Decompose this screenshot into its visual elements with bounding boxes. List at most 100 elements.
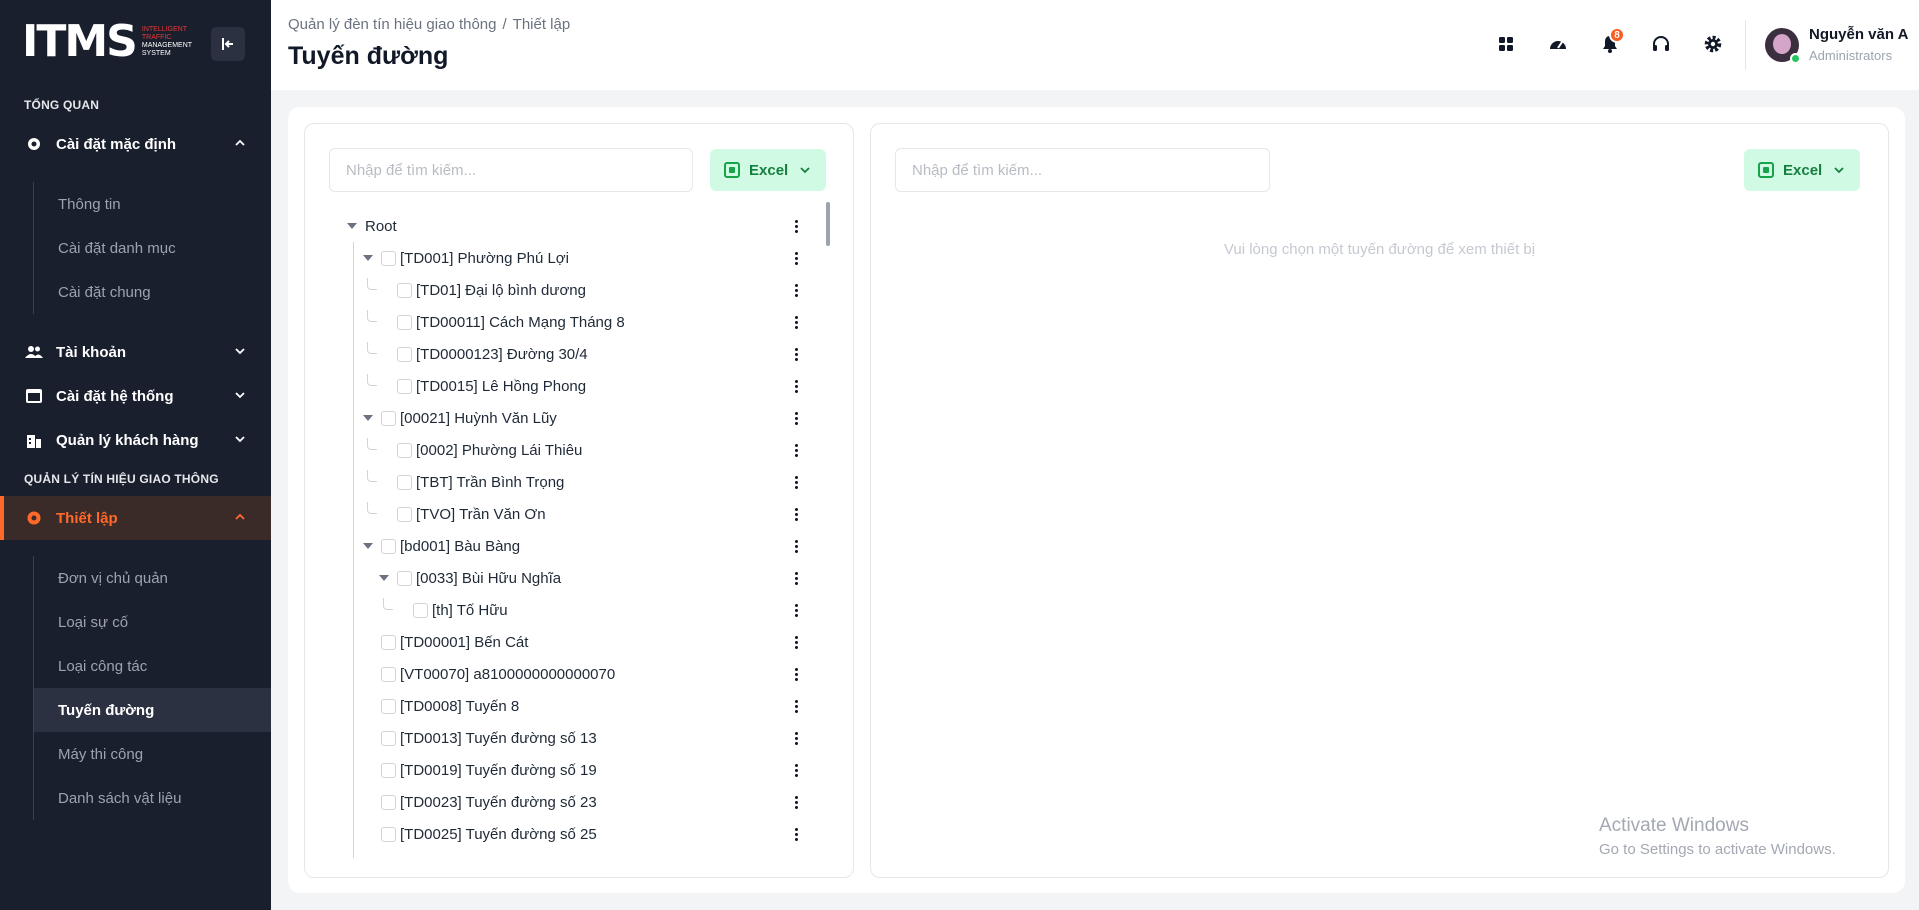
tree-node-checkbox[interactable] xyxy=(381,666,396,682)
itms-logo[interactable]: ITMS INTELLIGENT TRAFFIC MANAGEMENT SYST… xyxy=(22,20,192,64)
more-options-icon[interactable] xyxy=(794,242,798,274)
more-options-icon[interactable] xyxy=(794,786,798,818)
tree-node-checkbox[interactable] xyxy=(397,314,412,330)
menu-default-settings[interactable]: Cài đặt mặc định xyxy=(0,122,271,166)
tree-root-node[interactable]: Root xyxy=(347,210,397,242)
tree-node[interactable]: [TD0019] Tuyến đường số 19 xyxy=(381,754,597,786)
submenu-item-materials[interactable]: Danh sách vật liệu xyxy=(34,776,271,820)
tree-node[interactable]: [TD0000123] Đường 30/4 xyxy=(397,338,588,370)
more-options-icon[interactable] xyxy=(794,690,798,722)
more-options-icon[interactable] xyxy=(794,210,798,242)
tree-node[interactable]: [TD001] Phường Phú Lợi xyxy=(363,242,569,274)
tree-node-checkbox[interactable] xyxy=(397,442,412,458)
dashboard-icon[interactable] xyxy=(1543,29,1573,59)
expand-caret-icon[interactable] xyxy=(363,543,373,549)
chevron-down-icon xyxy=(1834,167,1844,174)
chevron-down-icon xyxy=(235,436,245,443)
more-options-icon[interactable] xyxy=(794,562,798,594)
tree-node[interactable]: [TVO] Trần Văn Ơn xyxy=(397,498,546,530)
right-excel-button[interactable]: Excel xyxy=(1744,149,1861,191)
tree-node[interactable]: [bd001] Bàu Bàng xyxy=(363,530,520,562)
more-options-icon[interactable] xyxy=(794,274,798,306)
route-search-input[interactable] xyxy=(329,148,693,192)
tree-node[interactable]: [TD0015] Lê Hồng Phong xyxy=(397,370,586,402)
menu-accounts[interactable]: Tài khoản xyxy=(0,330,271,374)
submenu-item-owner-unit[interactable]: Đơn vị chủ quản xyxy=(34,556,271,600)
tree-node[interactable]: [VT00070] a8100000000000070 xyxy=(381,658,615,690)
submenu-item-machinery[interactable]: Máy thi công xyxy=(34,732,271,776)
tree-node-checkbox[interactable] xyxy=(397,282,412,298)
more-options-icon[interactable] xyxy=(794,594,798,626)
tree-node[interactable]: [th] Tố Hữu xyxy=(413,594,508,626)
notification-bell[interactable]: 8 xyxy=(1595,27,1625,59)
tree-node-checkbox[interactable] xyxy=(397,378,412,394)
more-options-icon[interactable] xyxy=(794,434,798,466)
expand-caret-icon[interactable] xyxy=(347,223,357,229)
more-options-icon[interactable] xyxy=(794,466,798,498)
expand-caret-icon[interactable] xyxy=(363,415,373,421)
menu-system-settings[interactable]: Cài đặt hệ thống xyxy=(0,374,271,418)
avatar[interactable] xyxy=(1765,28,1801,64)
submenu-item-general-settings[interactable]: Cài đặt chung xyxy=(34,270,271,314)
tree-node-checkbox[interactable] xyxy=(381,794,396,810)
left-excel-button[interactable]: Excel xyxy=(710,149,827,191)
tree-node-checkbox[interactable] xyxy=(397,506,412,522)
more-options-icon[interactable] xyxy=(794,818,798,850)
tree-node[interactable]: [TD0023] Tuyến đường số 23 xyxy=(381,786,597,818)
gear-icon[interactable] xyxy=(1698,29,1728,59)
more-options-icon[interactable] xyxy=(794,370,798,402)
tree-node-checkbox[interactable] xyxy=(381,698,396,714)
tree-node[interactable]: [TD00011] Cách Mạng Tháng 8 xyxy=(397,306,625,338)
apps-icon[interactable] xyxy=(1491,29,1521,59)
tree-node[interactable]: [TD0025] Tuyến đường số 25 xyxy=(381,818,597,850)
tree-node-label: [TD00001] Bến Cát xyxy=(400,633,529,651)
tree-node-checkbox[interactable] xyxy=(381,634,396,650)
tree-node-checkbox[interactable] xyxy=(397,346,412,362)
tree-node-checkbox[interactable] xyxy=(381,730,396,746)
tree-node-checkbox[interactable] xyxy=(381,410,396,426)
gear-icon xyxy=(24,136,44,152)
breadcrumb-item[interactable]: Thiết lập xyxy=(513,16,571,33)
headset-icon[interactable] xyxy=(1646,29,1676,59)
sidebar-collapse-button[interactable] xyxy=(211,27,245,61)
expand-caret-icon[interactable] xyxy=(363,255,373,261)
submenu-item-work-type[interactable]: Loại công tác xyxy=(34,644,271,688)
submenu-item-info[interactable]: Thông tin xyxy=(34,182,271,226)
more-options-icon[interactable] xyxy=(794,402,798,434)
tree-node[interactable]: [TD00001] Bến Cát xyxy=(381,626,528,658)
tree-scrollbar[interactable] xyxy=(826,202,830,246)
submenu-item-incident-type[interactable]: Loại sự cố xyxy=(34,600,271,644)
tree-node[interactable]: [TD0008] Tuyến 8 xyxy=(381,690,519,722)
tree-node-checkbox[interactable] xyxy=(397,570,412,586)
more-options-icon[interactable] xyxy=(794,338,798,370)
more-options-icon[interactable] xyxy=(794,626,798,658)
tree-node[interactable]: [0033] Bùi Hữu Nghĩa xyxy=(379,562,561,594)
more-options-icon[interactable] xyxy=(794,658,798,690)
tree-node[interactable]: [TD0013] Tuyến đường số 13 xyxy=(381,722,597,754)
tree-node-label: [TD0015] Lê Hồng Phong xyxy=(416,377,587,395)
more-options-icon[interactable] xyxy=(794,530,798,562)
tree-node[interactable]: [0002] Phường Lái Thiêu xyxy=(397,434,582,466)
tree-node-checkbox[interactable] xyxy=(381,538,396,554)
tree-node[interactable]: [00021] Huỳnh Văn Lũy xyxy=(363,402,557,434)
submenu-item-category-settings[interactable]: Cài đặt danh mục xyxy=(34,226,271,270)
breadcrumb-item[interactable]: Quản lý đèn tín hiệu giao thông xyxy=(288,16,497,33)
tree-node-checkbox[interactable] xyxy=(397,474,412,490)
tree-node-checkbox[interactable] xyxy=(381,250,396,266)
menu-customers[interactable]: Quản lý khách hàng xyxy=(0,418,271,462)
menu-setup[interactable]: Thiết lập xyxy=(0,496,271,540)
empty-state-message: Vui lòng chọn một tuyến đường để xem thi… xyxy=(1223,241,1536,258)
expand-caret-icon[interactable] xyxy=(379,575,389,581)
device-search-input[interactable] xyxy=(895,148,1270,192)
more-options-icon[interactable] xyxy=(794,306,798,338)
user-name[interactable]: Nguyễn văn A xyxy=(1809,26,1908,43)
tree-node-checkbox[interactable] xyxy=(381,762,396,778)
more-options-icon[interactable] xyxy=(794,754,798,786)
more-options-icon[interactable] xyxy=(794,722,798,754)
more-options-icon[interactable] xyxy=(794,498,798,530)
tree-node-checkbox[interactable] xyxy=(381,826,396,842)
tree-node[interactable]: [TD01] Đại lộ bình dương xyxy=(397,274,586,306)
tree-node[interactable]: [TBT] Trần Bình Trọng xyxy=(397,466,564,498)
tree-node-checkbox[interactable] xyxy=(413,602,428,618)
submenu-item-routes[interactable]: Tuyến đường xyxy=(34,688,271,732)
